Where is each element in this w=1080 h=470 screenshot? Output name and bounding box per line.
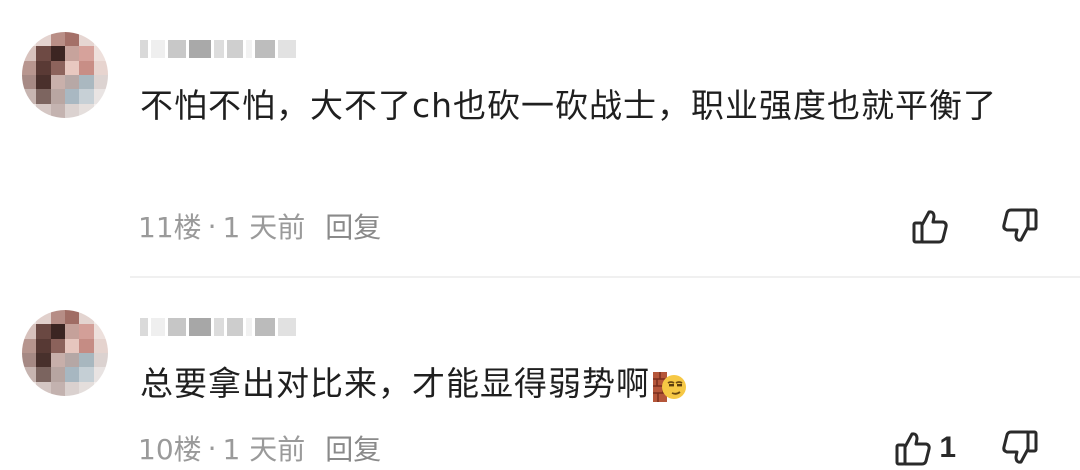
reply-button[interactable]: 回复 bbox=[325, 206, 381, 246]
username-masked[interactable] bbox=[140, 34, 299, 64]
time-label: 1 天前 bbox=[222, 211, 306, 244]
comment-item: 总要拿出对比来，才能显得弱势啊 10楼 · 1 天前 回复 1 bbox=[0, 278, 1080, 468]
comment-text: 不怕不怕，大不了ch也砍一砍战士，职业强度也就平衡了 bbox=[140, 86, 998, 125]
like-count: 1 bbox=[939, 431, 956, 464]
username-masked[interactable] bbox=[140, 312, 299, 342]
reply-button[interactable]: 回复 bbox=[325, 428, 381, 468]
like-button[interactable] bbox=[910, 206, 956, 246]
time-label: 1 天前 bbox=[222, 433, 306, 466]
wall-peek-emoji-icon bbox=[652, 368, 688, 404]
meta-dot: · bbox=[207, 431, 217, 465]
thumbs-up-icon bbox=[893, 428, 933, 468]
comment-meta: 11楼 · 1 天前 回复 bbox=[138, 206, 381, 246]
like-button[interactable]: 1 bbox=[893, 428, 956, 468]
avatar[interactable] bbox=[22, 32, 108, 118]
avatar[interactable] bbox=[22, 310, 108, 396]
comment-actions: 1 bbox=[893, 426, 1040, 470]
comment-item: 不怕不怕，大不了ch也砍一砍战士，职业强度也就平衡了 11楼 · 1 天前 回复 bbox=[0, 0, 1080, 276]
comment-text: 总要拿出对比来，才能显得弱势啊 bbox=[140, 364, 650, 403]
dislike-button[interactable] bbox=[1000, 206, 1040, 246]
thumbs-down-icon bbox=[1000, 206, 1040, 246]
dislike-button[interactable] bbox=[1000, 428, 1040, 468]
comment-text-wrapper: 总要拿出对比来，才能显得弱势啊 bbox=[140, 358, 1020, 410]
floor-label: 10楼 bbox=[138, 433, 202, 466]
thumbs-up-icon bbox=[910, 206, 950, 246]
comment-actions bbox=[910, 204, 1040, 248]
thumbs-down-icon bbox=[1000, 428, 1040, 468]
floor-label: 11楼 bbox=[138, 211, 202, 244]
meta-dot: · bbox=[207, 209, 217, 243]
comment-meta: 10楼 · 1 天前 回复 bbox=[138, 428, 381, 468]
